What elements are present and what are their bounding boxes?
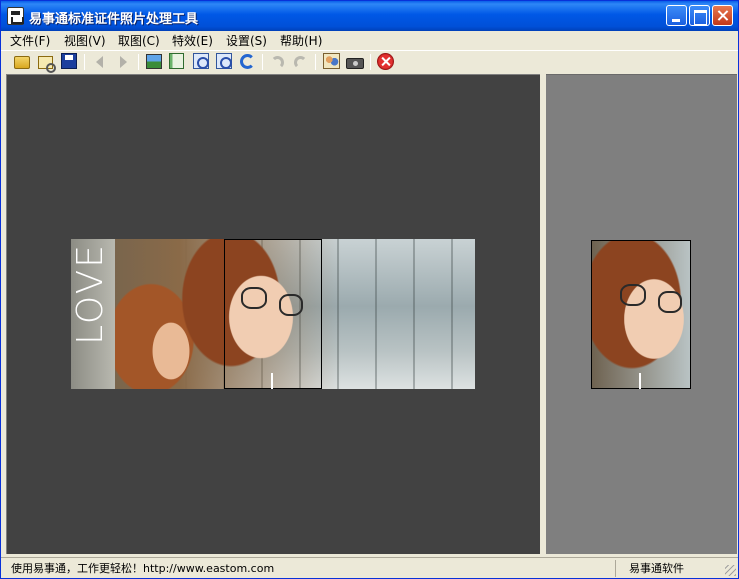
camera-icon (346, 58, 364, 69)
toolbar-separator (84, 54, 85, 70)
app-icon[interactable] (7, 7, 24, 25)
back-button[interactable] (91, 53, 109, 71)
print-preview-button[interactable] (38, 53, 56, 73)
crop-handle[interactable] (271, 373, 273, 389)
forward-button[interactable] (115, 53, 133, 71)
toolbar-separator (138, 54, 139, 70)
people-photo-button[interactable] (323, 53, 341, 71)
picture-icon (146, 54, 162, 69)
menu-effects[interactable]: 特效(E) (169, 33, 216, 50)
open-folder-icon (14, 56, 30, 69)
toolbar (1, 51, 738, 73)
forward-arrow-icon (120, 56, 127, 68)
zoom-out-icon (216, 53, 232, 69)
toolbar-separator (370, 54, 371, 70)
app-window: 易事通标准证件照片处理工具 文件(F) 视图(V) 取图(C) 特效(E) 设置… (0, 0, 739, 579)
photo-text-strip: LOVE (71, 239, 115, 389)
toolbar-separator (315, 54, 316, 70)
resize-grip-icon[interactable] (725, 565, 736, 576)
back-arrow-icon (96, 56, 103, 68)
zoom-in-icon (193, 53, 209, 69)
people-photo-icon (323, 53, 340, 69)
maximize-button[interactable] (689, 5, 710, 26)
glasses-shape (658, 291, 682, 313)
window-title: 易事通标准证件照片处理工具 (29, 12, 199, 27)
minimize-button[interactable] (666, 5, 687, 26)
redo-button[interactable] (292, 53, 310, 71)
preview-photo (591, 240, 691, 389)
undo-button[interactable] (269, 53, 287, 71)
status-message: 使用易事通，工作更轻松！http://www.eastom.com (11, 562, 275, 575)
picture-button[interactable] (146, 53, 164, 71)
title-bar[interactable]: 易事通标准证件照片处理工具 (1, 1, 738, 31)
redo-icon (294, 56, 307, 69)
zoom-in-button[interactable] (193, 53, 211, 71)
document-button[interactable] (169, 53, 187, 71)
status-company: 易事通软件 (615, 560, 733, 577)
status-bar: 使用易事通，工作更轻松！http://www.eastom.com 易事通软件 (1, 557, 738, 578)
toolbar-separator (262, 54, 263, 70)
save-disk-icon (61, 53, 77, 69)
zoom-out-button[interactable] (216, 53, 234, 71)
close-button[interactable] (712, 5, 733, 26)
open-button[interactable] (14, 53, 32, 71)
menu-file[interactable]: 文件(F) (7, 33, 53, 50)
glasses-shape (620, 284, 646, 306)
crop-frame[interactable] (224, 239, 322, 389)
document-icon (169, 53, 184, 69)
preview-marker (639, 373, 641, 389)
photo-overlay-text: LOVE (71, 243, 111, 345)
rotate-icon (240, 54, 255, 69)
menu-settings[interactable]: 设置(S) (223, 33, 270, 50)
menu-bar: 文件(F) 视图(V) 取图(C) 特效(E) 设置(S) 帮助(H) (1, 31, 738, 51)
undo-icon (271, 56, 284, 69)
print-preview-icon (38, 56, 56, 73)
save-button[interactable] (61, 53, 79, 71)
menu-help[interactable]: 帮助(H) (277, 33, 325, 50)
menu-view[interactable]: 视图(V) (61, 33, 109, 50)
rotate-button[interactable] (239, 53, 257, 71)
exit-icon (377, 53, 394, 70)
camera-button[interactable] (346, 53, 364, 71)
menu-capture[interactable]: 取图(C) (115, 33, 163, 50)
exit-button[interactable] (377, 53, 395, 71)
